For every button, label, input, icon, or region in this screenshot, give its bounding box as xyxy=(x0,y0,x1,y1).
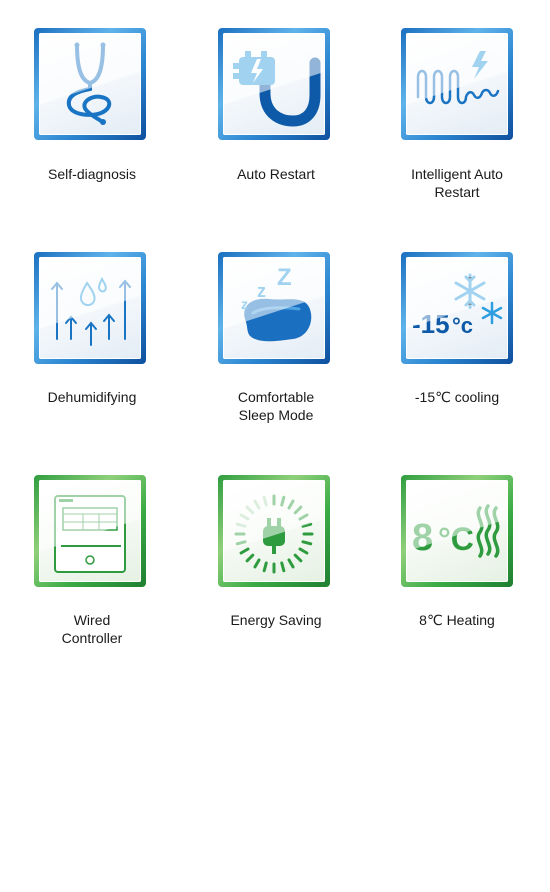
feature-label: Energy Saving xyxy=(230,612,322,628)
ring-tick xyxy=(293,505,303,515)
stethoscope-icon xyxy=(66,42,112,125)
heat-waves-icon xyxy=(476,504,500,558)
feature-tile-intelligent-auto-restart xyxy=(401,28,513,140)
ring-tick xyxy=(239,513,250,521)
celsius-text: °c xyxy=(452,313,473,338)
ring-tick xyxy=(287,558,295,569)
feature-label: Dehumidifying xyxy=(47,389,137,405)
ring-tick xyxy=(298,513,309,521)
ring-tick xyxy=(301,522,313,528)
feature-label: Self-diagnosis xyxy=(48,166,136,182)
ring-tick xyxy=(301,540,313,546)
feature-label: 8℃ Heating xyxy=(419,612,495,628)
feature-label: Intelligent Auto Restart xyxy=(411,166,503,200)
feature-tile-energy-saving xyxy=(218,475,330,587)
feature-tile-auto-restart xyxy=(218,28,330,140)
ring-tick xyxy=(298,547,309,555)
feature-label: Auto Restart xyxy=(237,166,315,182)
ring-tick xyxy=(235,522,247,528)
wired-controller-icon xyxy=(54,495,126,573)
ring-tick xyxy=(262,561,268,573)
minus15-text: -15 xyxy=(412,309,450,339)
feature-tile-self-diagnosis xyxy=(34,28,146,140)
pillow-zzz-icon: z z Z xyxy=(241,264,312,342)
plug-ring-icon xyxy=(234,494,314,574)
ring-tick xyxy=(287,499,295,510)
ring-tick xyxy=(235,540,247,546)
snowflake-small-icon xyxy=(481,301,503,325)
ring-tick xyxy=(293,553,303,563)
z-large: Z xyxy=(277,264,292,291)
ring-tick xyxy=(245,505,255,515)
wave-lightning-icon xyxy=(416,51,500,105)
ring-tick xyxy=(253,499,261,510)
z-medium: z xyxy=(257,281,266,301)
ring-tick xyxy=(253,558,261,569)
snowflake-icon xyxy=(454,273,486,309)
heat-8c-icon: 8 °C xyxy=(412,504,500,559)
feature-tile-8c-heating: 8 °C xyxy=(401,475,513,587)
feature-tile-minus15-cooling: -15 °c xyxy=(401,252,513,364)
ring-tick xyxy=(280,561,286,573)
eight-text: 8 xyxy=(412,517,433,559)
plug-restart-icon xyxy=(233,51,321,127)
ring-tick xyxy=(280,495,286,507)
feature-tile-sleep-mode: z z Z xyxy=(218,252,330,364)
ring-tick xyxy=(239,547,250,555)
snowflake-minus15-icon: -15 °c xyxy=(412,273,503,339)
feature-tile-wired-controller xyxy=(34,475,146,587)
droplets-arrows-icon xyxy=(51,276,131,346)
feature-label: -15℃ cooling xyxy=(414,389,500,405)
z-small: z xyxy=(241,296,248,312)
feature-label: Wired Controller xyxy=(61,612,123,646)
ring-tick xyxy=(262,495,268,507)
celsius-heat-text: °C xyxy=(438,521,474,557)
ring-tick xyxy=(245,553,255,563)
feature-tile-dehumidifying xyxy=(34,252,146,364)
feature-label: Comfortable Sleep Mode xyxy=(237,389,315,423)
